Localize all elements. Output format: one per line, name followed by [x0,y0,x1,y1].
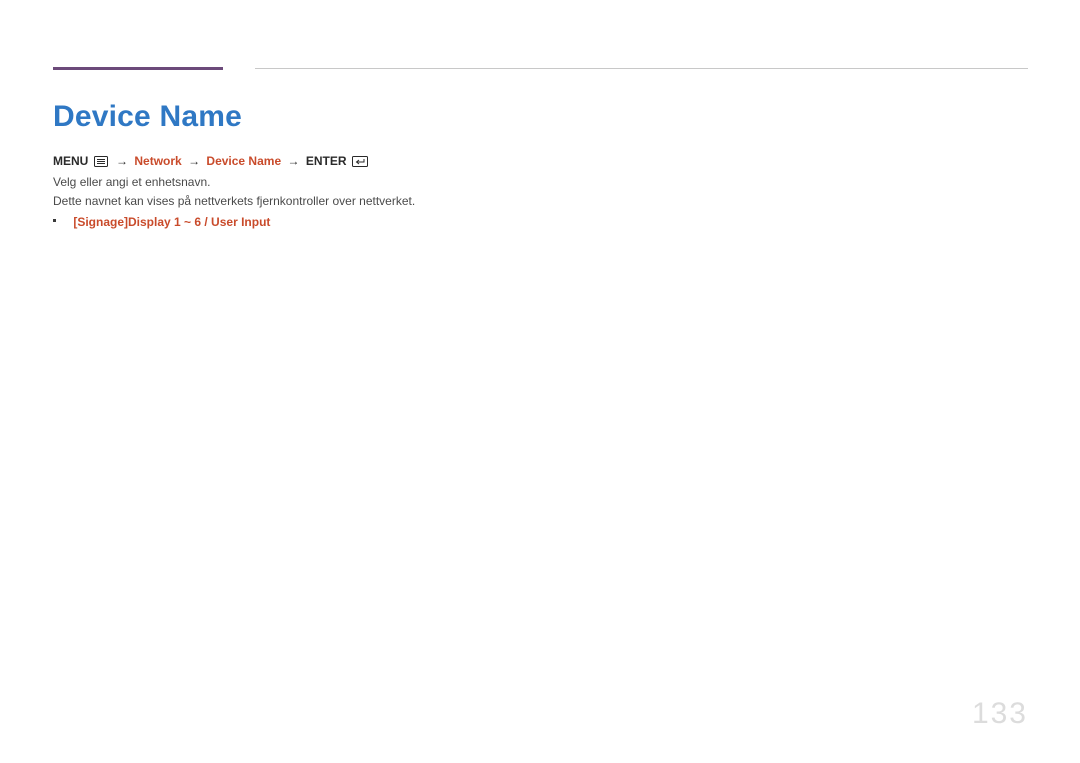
menu-button-icon [94,154,108,172]
arrow-1: → [113,154,131,168]
paragraph-1: Velg eller angi et enhetsnavn. [53,174,210,190]
nav-device-name: Device Name [206,154,281,168]
nav-enter-label: ENTER [306,154,347,168]
option-bullet: [Signage]Display 1 ~ 6 / User Input [53,214,270,230]
manual-page: Device Name MENU → Network → Device Name… [0,0,1080,763]
arrow-2: → [185,154,203,168]
enter-button-icon [352,154,368,172]
arrow-3: → [284,154,302,168]
option-text: [Signage]Display 1 ~ 6 / User Input [73,215,270,229]
divider-rule [255,68,1028,69]
section-title: Device Name [53,100,242,134]
menu-path: MENU → Network → Device Name → ENTER [53,152,370,172]
bullet-dot-icon [53,219,56,222]
page-number: 133 [972,697,1028,731]
paragraph-2: Dette navnet kan vises på nettverkets fj… [53,193,415,209]
accent-rule [53,67,223,70]
nav-menu-label: MENU [53,154,88,168]
nav-network: Network [134,154,181,168]
